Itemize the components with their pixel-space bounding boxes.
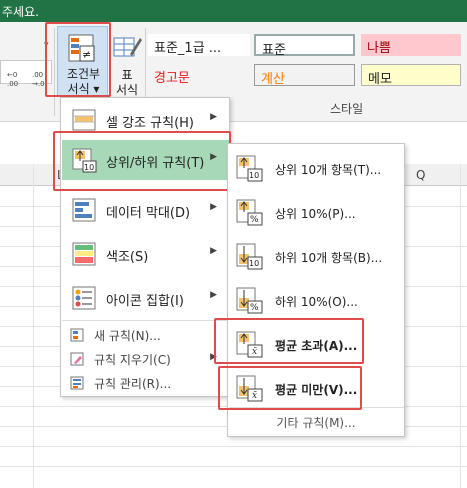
title-text: 주세요. bbox=[2, 5, 39, 19]
svg-text:x̄: x̄ bbox=[252, 391, 257, 401]
menu-item-manage-rules[interactable]: 규칙 관리(R)... bbox=[62, 372, 229, 394]
svg-text:←0: ←0 bbox=[7, 71, 17, 79]
gridline bbox=[405, 206, 467, 207]
style-bad[interactable]: 나쁨 bbox=[361, 34, 461, 56]
icon-sets-icon bbox=[72, 286, 96, 310]
manage-rules-icon bbox=[70, 376, 84, 390]
gridline bbox=[0, 366, 60, 367]
submenu-separator bbox=[229, 407, 404, 408]
gridline bbox=[405, 326, 467, 327]
styles-group-label: 스타일 bbox=[330, 102, 364, 116]
submenu-item-more-rules[interactable]: 기타 규칙(M)... bbox=[228, 414, 404, 431]
menu-item-data-bars[interactable]: 데이터 막대(D) ▶ bbox=[62, 190, 229, 230]
new-rule-icon bbox=[70, 328, 84, 342]
svg-text:%: % bbox=[250, 215, 259, 225]
above-average-icon: x̄ bbox=[236, 331, 263, 358]
top-10-items-icon: 10 bbox=[236, 155, 263, 182]
svg-text:x̄: x̄ bbox=[252, 347, 257, 357]
decrease-decimal-button[interactable]: .00 →.0 bbox=[31, 69, 53, 94]
submenu-arrow-icon: ▶ bbox=[210, 246, 217, 256]
style-warning-text[interactable]: 경고문 bbox=[148, 64, 250, 86]
svg-text:%: % bbox=[250, 303, 259, 313]
gridline bbox=[0, 226, 60, 227]
gridline bbox=[405, 366, 467, 367]
gridline bbox=[0, 206, 60, 207]
gridline bbox=[405, 286, 467, 287]
gridline bbox=[0, 306, 60, 307]
submenu-arrow-icon: ▶ bbox=[210, 202, 217, 212]
chevron-down-icon[interactable]: ▾ bbox=[44, 40, 49, 50]
gridline bbox=[0, 266, 60, 267]
submenu-item-bottom-10-items[interactable]: 10 하위 10개 항목(B)... bbox=[229, 236, 404, 276]
gridline bbox=[0, 346, 60, 347]
format-table-icon bbox=[113, 37, 142, 57]
menu-item-new-rule[interactable]: 새 규칙(N)... bbox=[62, 324, 229, 346]
menu-item-icon-sets[interactable]: 아이콘 집합(I) ▶ bbox=[62, 278, 229, 318]
format-table-label: 표 서식 bbox=[115, 68, 139, 97]
svg-text:10: 10 bbox=[84, 163, 94, 172]
svg-text:≠: ≠ bbox=[82, 48, 91, 61]
data-bars-icon bbox=[72, 198, 96, 222]
gridline bbox=[405, 246, 467, 247]
gridline bbox=[0, 326, 60, 327]
submenu-item-top-10-items[interactable]: 10 상위 10개 항목(T)... bbox=[229, 148, 404, 188]
style-calculation[interactable]: 계산 bbox=[254, 64, 355, 87]
menu-item-highlight-cells[interactable]: 셀 강조 규칙(H) ▶ bbox=[62, 100, 229, 140]
increase-decimal-button[interactable]: ←0.00 bbox=[6, 69, 28, 94]
submenu-arrow-icon: ▶ bbox=[210, 112, 217, 122]
conditional-formatting-label: 조건부 서식 ▾ bbox=[66, 67, 101, 96]
window-title-bar: 주세요. bbox=[0, 0, 467, 22]
svg-text:→.0: →.0 bbox=[32, 80, 45, 88]
submenu-arrow-icon: ▶ bbox=[210, 152, 217, 162]
submenu-item-bottom-10-percent[interactable]: % 하위 10%(O)... bbox=[229, 280, 404, 320]
below-average-icon: x̄ bbox=[236, 375, 263, 402]
bottom-10-items-icon: 10 bbox=[236, 243, 263, 270]
bottom-10-percent-icon: % bbox=[236, 287, 263, 314]
submenu-arrow-icon: ▶ bbox=[210, 352, 217, 362]
top-bottom-icon: 10 bbox=[72, 148, 97, 173]
svg-text:.00: .00 bbox=[7, 80, 18, 88]
ribbon-separator bbox=[54, 28, 55, 116]
clear-rules-icon bbox=[70, 352, 84, 366]
submenu-arrow-icon: ▶ bbox=[210, 290, 217, 300]
menu-item-color-scales[interactable]: 색조(S) ▶ bbox=[62, 234, 229, 274]
svg-text:10: 10 bbox=[249, 259, 259, 268]
conditional-formatting-button[interactable]: ≠ 조건부 서식 ▾ bbox=[57, 26, 108, 97]
menu-item-top-bottom-rules[interactable]: 10 상위/하위 규칙(T) ▶ bbox=[62, 140, 229, 180]
menu-item-clear-rules[interactable]: 규칙 지우기(C) ▶ bbox=[62, 348, 229, 370]
column-header-q[interactable]: Q bbox=[416, 168, 425, 182]
submenu-item-top-10-percent[interactable]: % 상위 10%(P)... bbox=[229, 192, 404, 232]
gridline bbox=[0, 286, 60, 287]
conditional-formatting-icon: ≠ bbox=[68, 34, 95, 62]
svg-text:10: 10 bbox=[249, 171, 259, 180]
submenu-item-below-average[interactable]: x̄ 평균 미만(V)... bbox=[229, 368, 404, 408]
color-scales-icon bbox=[72, 242, 96, 266]
svg-text:.00: .00 bbox=[32, 71, 43, 79]
style-note[interactable]: 메모 bbox=[361, 64, 461, 87]
menu-separator bbox=[62, 320, 229, 321]
gridline bbox=[0, 386, 60, 387]
conditional-formatting-menu: 셀 강조 규칙(H) ▶ 10 상위/하위 규칙(T) ▶ 데이터 막대(D) … bbox=[60, 97, 230, 397]
style-normal[interactable]: 표준 bbox=[254, 34, 355, 58]
style-normal-1[interactable]: 표준_1급 ... bbox=[148, 34, 250, 56]
top-10-percent-icon: % bbox=[236, 199, 263, 226]
highlight-cells-icon bbox=[72, 109, 96, 131]
gridline bbox=[0, 246, 60, 247]
gridline bbox=[0, 466, 467, 467]
top-bottom-rules-submenu: 10 상위 10개 항목(T)... % 상위 10%(P)... 10 하위 … bbox=[227, 143, 405, 437]
format-as-table-button[interactable]: 표 서식 bbox=[110, 32, 144, 97]
gridline bbox=[0, 446, 467, 447]
submenu-item-above-average[interactable]: x̄ 평균 초과(A)... bbox=[229, 324, 404, 364]
